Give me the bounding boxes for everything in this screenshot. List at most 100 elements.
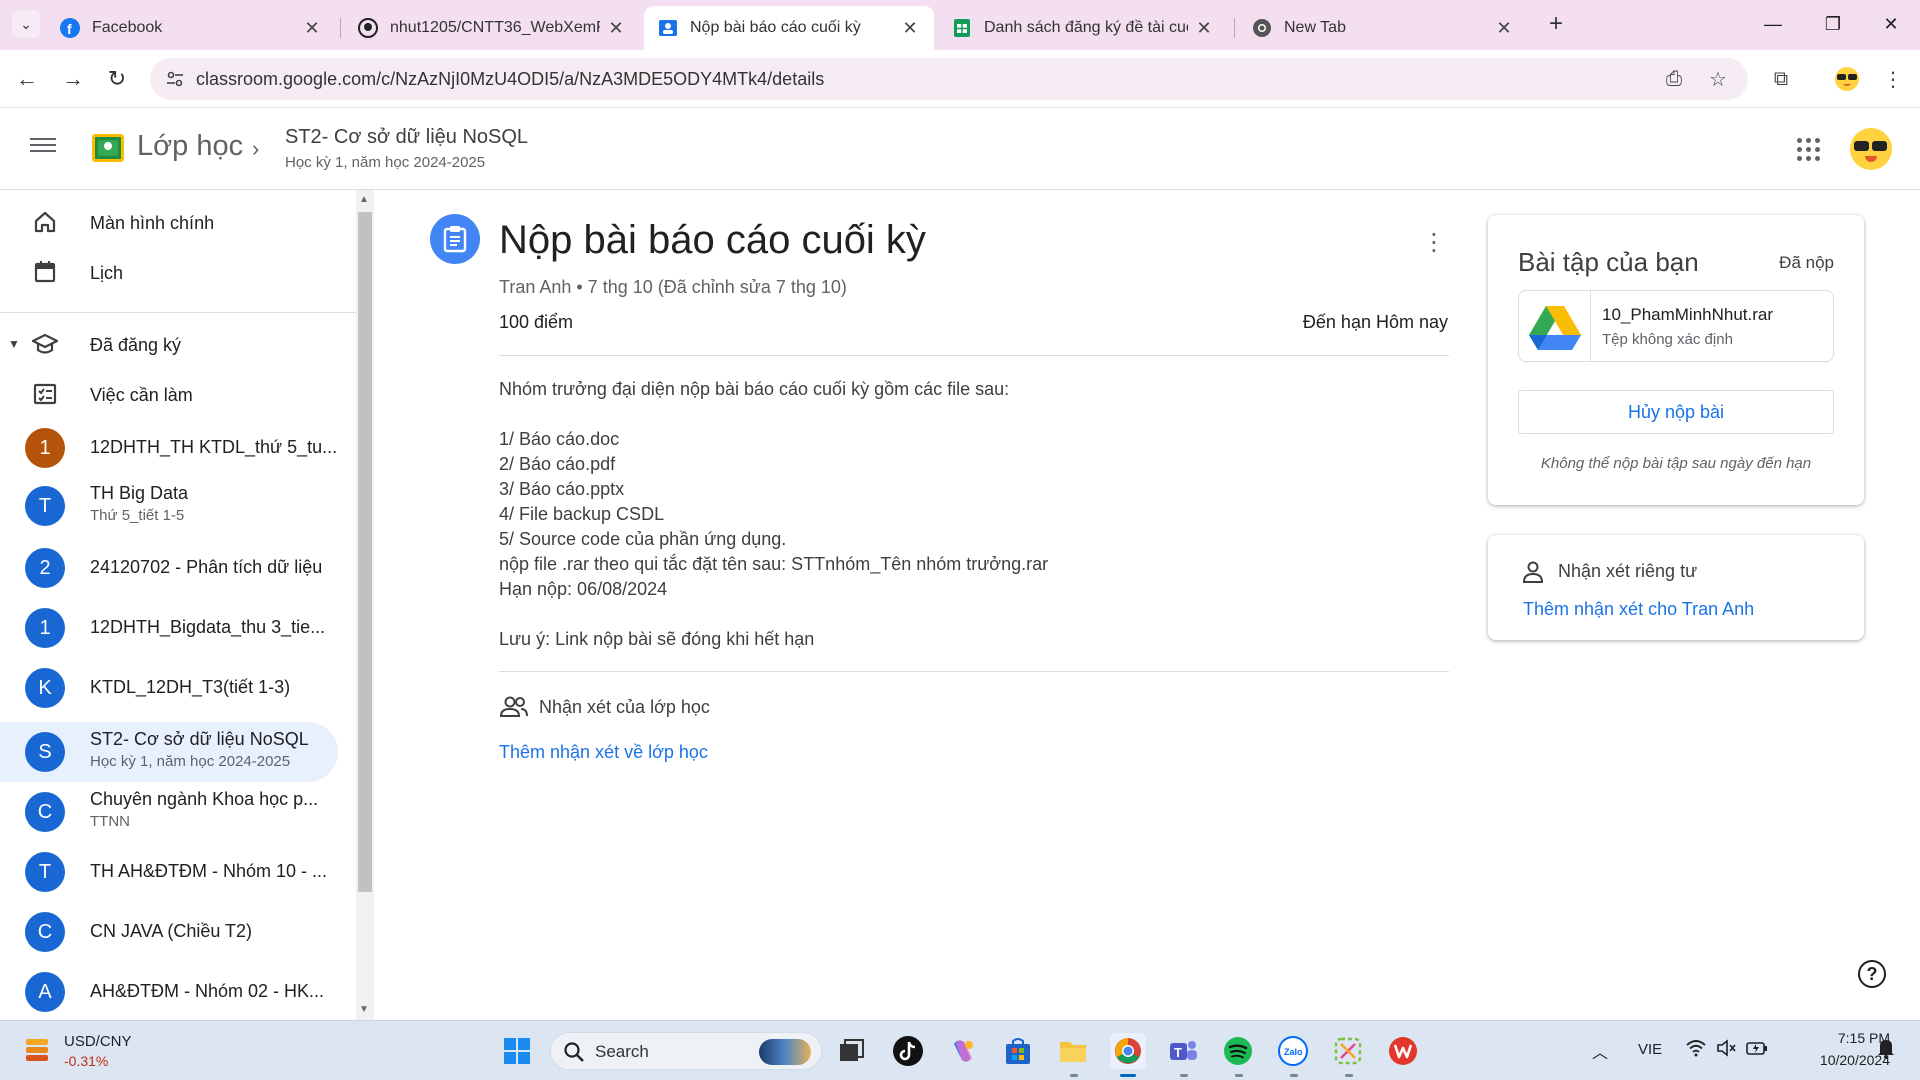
chrome-menu-icon[interactable]: ⋮ [1878, 64, 1908, 94]
sidebar-course-item[interactable]: 2 24120702 - Phân tích dữ liệu [0, 540, 340, 596]
taskbar-search-box[interactable]: Search [550, 1032, 822, 1070]
url-text[interactable]: classroom.google.com/c/NzAzNjI0MzU4ODI5/… [196, 69, 824, 90]
sidebar-course-item[interactable]: 1 12DHTH_Bigdata_thu 3_tie... [0, 600, 340, 656]
forward-arrow-icon[interactable]: → [58, 64, 88, 94]
sidebar-course-item-active[interactable]: S ST2- Cơ sở dữ liệu NoSQL Học kỳ 1, năm… [0, 724, 340, 780]
search-highlight-image [759, 1039, 811, 1065]
classroom-logo-icon[interactable] [92, 134, 124, 162]
tab-github[interactable]: nhut1205/CNTT36_WebXemFilm ✕ [344, 6, 640, 50]
course-name: AH&ĐTĐM - Nhóm 02 - HK... [90, 981, 325, 1001]
profile-avatar-icon[interactable] [1832, 64, 1862, 94]
course-subtitle: Thứ 5_tiết 1-5 [90, 507, 185, 524]
sidebar-course-item[interactable]: K KTDL_12DH_T3(tiết 1-3) [0, 660, 340, 716]
course-name: 12DHTH_Bigdata_thu 3_tie... [90, 617, 326, 637]
breadcrumb-course-title[interactable]: ST2- Cơ sở dữ liệu NoSQL [285, 126, 528, 149]
back-arrow-icon[interactable]: ← [12, 64, 42, 94]
close-tab-icon[interactable]: ✕ [606, 18, 626, 39]
zalo-icon[interactable]: Zalo [1275, 1033, 1311, 1069]
wifi-icon[interactable] [1686, 1039, 1706, 1062]
sidebar-course-item[interactable]: C Chuyên ngành Khoa học p... TTNN [0, 784, 340, 840]
account-avatar[interactable] [1850, 128, 1892, 170]
add-private-comment-link[interactable]: Thêm nhận xét cho Tran Anh [1523, 599, 1754, 620]
tab-search-chevron-icon[interactable]: ⌄ [12, 10, 40, 38]
close-window-icon[interactable]: ✕ [1876, 10, 1906, 38]
course-name: TH Big Data [90, 483, 189, 503]
course-avatar: 1 [25, 428, 65, 468]
description-line [499, 602, 1439, 627]
unsubmit-button[interactable]: Hủy nộp bài [1518, 390, 1834, 434]
close-tab-icon[interactable]: ✕ [1194, 18, 1214, 39]
close-tab-icon[interactable]: ✕ [302, 18, 322, 39]
tab-classroom-assignment[interactable]: Nộp bài báo cáo cuối kỳ ✕ [644, 6, 934, 50]
bookmark-star-icon[interactable]: ☆ [1706, 67, 1730, 91]
sidebar-course-item[interactable]: T TH Big Data Thứ 5_tiết 1-5 [0, 478, 340, 534]
new-tab-button[interactable]: + [1542, 10, 1570, 38]
restore-window-icon[interactable]: ❐ [1818, 10, 1848, 38]
scroll-up-arrow-icon[interactable]: ▲ [359, 194, 369, 205]
sidebar-course-item[interactable]: 1 12DHTH_TH KTDL_thứ 5_tu... [0, 420, 340, 476]
course-avatar: K [25, 668, 65, 708]
close-tab-icon[interactable]: ✕ [1494, 18, 1514, 39]
tab-new-tab[interactable]: New Tab ✕ [1238, 6, 1528, 50]
google-apps-icon[interactable] [1797, 138, 1821, 162]
input-language[interactable]: VIE [1638, 1041, 1662, 1058]
microsoft-store-icon[interactable] [1000, 1033, 1036, 1069]
sidebar-course-item[interactable]: T TH AH&ĐTĐM - Nhóm 10 - ... [0, 844, 340, 900]
close-tab-icon[interactable]: ✕ [900, 18, 920, 39]
description-line: 4/ File backup CSDL [499, 504, 665, 524]
your-work-title: Bài tập của bạn [1518, 247, 1699, 277]
reload-icon[interactable]: ↻ [102, 64, 132, 94]
sidebar-course-item[interactable]: A AH&ĐTĐM - Nhóm 02 - HK... [0, 964, 340, 1020]
teams-icon[interactable]: T [1165, 1033, 1201, 1069]
battery-charging-icon[interactable] [1746, 1039, 1768, 1062]
show-hidden-icons-chevron-icon[interactable]: ︿ [1592, 1039, 1608, 1063]
tab-sheets[interactable]: Danh sách đăng ký đề tài cuối k ✕ [938, 6, 1228, 50]
brand-title[interactable]: Lớp học [137, 130, 243, 163]
chrome-taskbar-icon[interactable] [1110, 1033, 1146, 1069]
sidebar-course-item[interactable]: C CN JAVA (Chiều T2) [0, 904, 340, 960]
graduation-cap-icon [30, 329, 60, 359]
running-indicator [1345, 1074, 1353, 1077]
late-submission-note: Không thể nộp bài tập sau ngày đến hạn [1540, 455, 1812, 472]
install-app-icon[interactable]: ⎙ [1662, 67, 1686, 91]
taskbar-time[interactable]: 7:15 PM [1770, 1030, 1890, 1046]
copilot-icon[interactable] [945, 1033, 981, 1069]
facebook-icon: f [60, 18, 80, 38]
task-view-icon[interactable] [834, 1033, 870, 1069]
attached-file[interactable]: 10_PhamMinhNhut.rar Tệp không xác định [1518, 290, 1834, 362]
sidebar-item-home[interactable]: Màn hình chính [0, 200, 340, 244]
add-class-comment-link[interactable]: Thêm nhận xét về lớp học [499, 742, 708, 763]
sidebar-item-calendar[interactable]: Lịch [0, 250, 340, 294]
wps-office-icon[interactable] [1385, 1033, 1421, 1069]
more-options-icon[interactable]: ⋮ [1422, 228, 1446, 258]
volume-muted-icon[interactable] [1716, 1039, 1736, 1062]
description-line [499, 402, 1439, 427]
site-settings-icon[interactable] [164, 68, 186, 90]
extensions-puzzle-icon[interactable]: ⧉ [1766, 64, 1796, 94]
notification-bell-icon[interactable] [1877, 1037, 1895, 1064]
sidebar-item-enrolled[interactable]: Đã đăng ký [0, 322, 340, 366]
spotify-icon[interactable] [1220, 1033, 1256, 1069]
assignment-title: Nộp bài báo cáo cuối kỳ [499, 218, 926, 262]
address-bar[interactable]: classroom.google.com/c/NzAzNjI0MzU4ODI5/… [150, 58, 1748, 100]
sidebar-scroll-thumb[interactable] [358, 212, 372, 892]
taskbar-date[interactable]: 10/20/2024 [1770, 1052, 1890, 1068]
ticker-name[interactable]: USD/CNY [64, 1033, 132, 1050]
course-name: TH AH&ĐTĐM - Nhóm 10 - ... [90, 861, 328, 881]
person-icon [1521, 560, 1545, 584]
minimize-icon[interactable]: — [1758, 10, 1788, 38]
tab-facebook[interactable]: f Facebook ✕ [46, 6, 336, 50]
course-avatar: T [25, 486, 65, 526]
file-explorer-icon[interactable] [1055, 1033, 1091, 1069]
snipping-tool-icon[interactable] [1330, 1033, 1366, 1069]
windows-start-icon[interactable] [499, 1033, 535, 1069]
main-menu-icon[interactable] [30, 134, 56, 158]
tiktok-icon[interactable] [890, 1033, 926, 1069]
sidebar-item-todo[interactable]: Việc cần làm [0, 372, 340, 416]
stock-widget-icon[interactable] [22, 1035, 52, 1065]
description-line: nộp file .rar theo qui tắc đặt tên sau: … [499, 554, 1049, 574]
description-line: Hạn nộp: 06/08/2024 [499, 579, 668, 599]
scroll-down-arrow-icon[interactable]: ▼ [359, 1004, 369, 1015]
help-icon[interactable]: ? [1858, 960, 1886, 988]
description-line: 5/ Source code của phần ứng dụng. [499, 529, 787, 549]
